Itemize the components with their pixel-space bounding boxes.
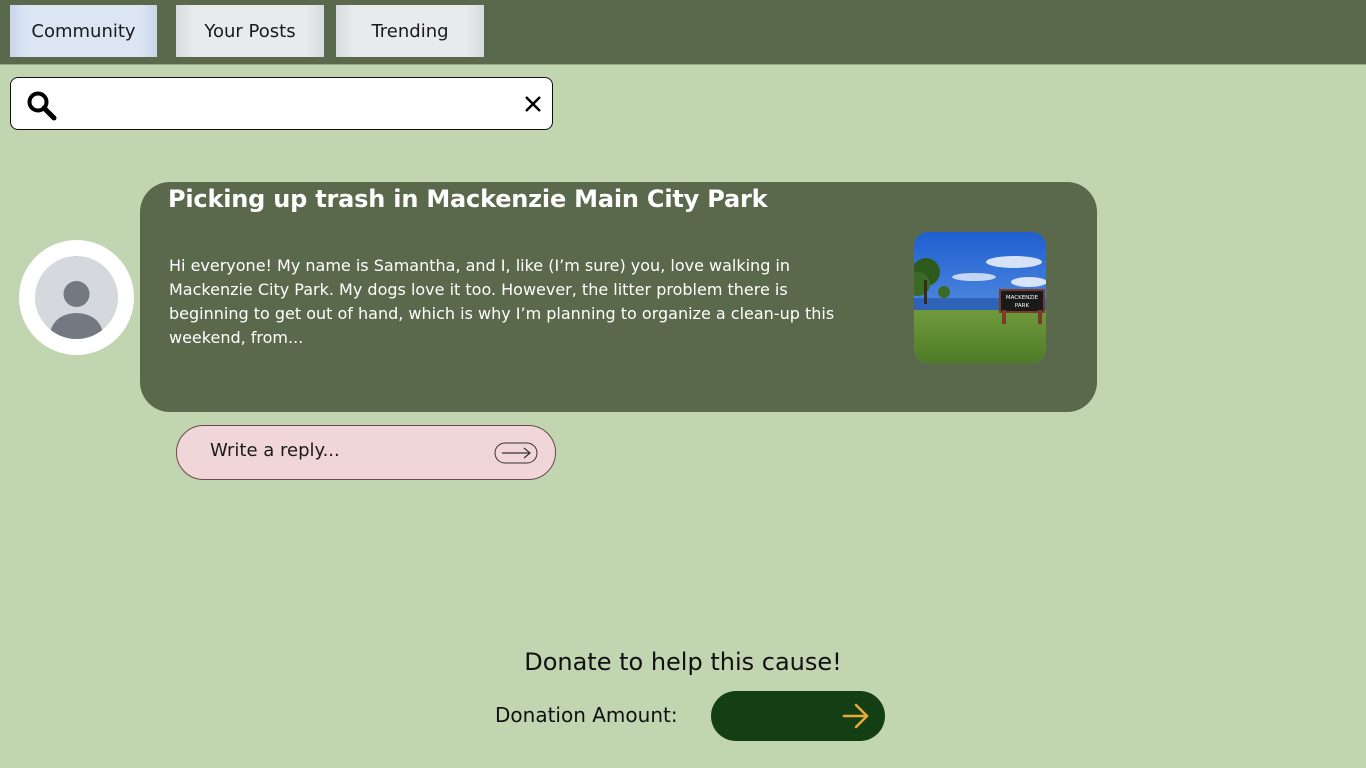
arrow-right-icon[interactable]: [841, 701, 871, 731]
arrow-right-icon[interactable]: [494, 442, 538, 464]
post-image[interactable]: MACKENZIE PARK: [914, 232, 1046, 363]
post-card[interactable]: Picking up trash in Mackenzie Main City …: [140, 182, 1097, 412]
search-input[interactable]: [71, 86, 515, 124]
donate-heading: Donate to help this cause!: [524, 648, 842, 676]
tab-community[interactable]: Community: [10, 5, 157, 57]
sign-line-2: PARK: [1015, 303, 1030, 309]
donation-amount-button[interactable]: [711, 691, 885, 741]
reply-input[interactable]: Write a reply...: [176, 425, 556, 480]
user-avatar-icon: [35, 256, 118, 339]
tab-trending[interactable]: Trending: [336, 5, 484, 57]
post-title[interactable]: Picking up trash in Mackenzie Main City …: [168, 185, 768, 213]
search-icon[interactable]: [26, 90, 58, 122]
top-nav-bar: Community Your Posts Trending: [0, 0, 1366, 65]
close-icon[interactable]: [523, 94, 543, 114]
sign-line-1: MACKENZIE: [1006, 295, 1039, 301]
post-body: Hi everyone! My name is Samantha, and I,…: [169, 256, 835, 347]
tab-trending-label: Trending: [371, 20, 449, 42]
reply-placeholder: Write a reply...: [210, 440, 340, 461]
tab-your-posts-label: Your Posts: [204, 20, 296, 42]
tab-your-posts[interactable]: Your Posts: [176, 5, 324, 57]
tab-community-label: Community: [31, 20, 136, 42]
search-bar: [10, 77, 553, 130]
donation-amount-label: Donation Amount:: [495, 703, 678, 727]
avatar[interactable]: [19, 240, 134, 355]
